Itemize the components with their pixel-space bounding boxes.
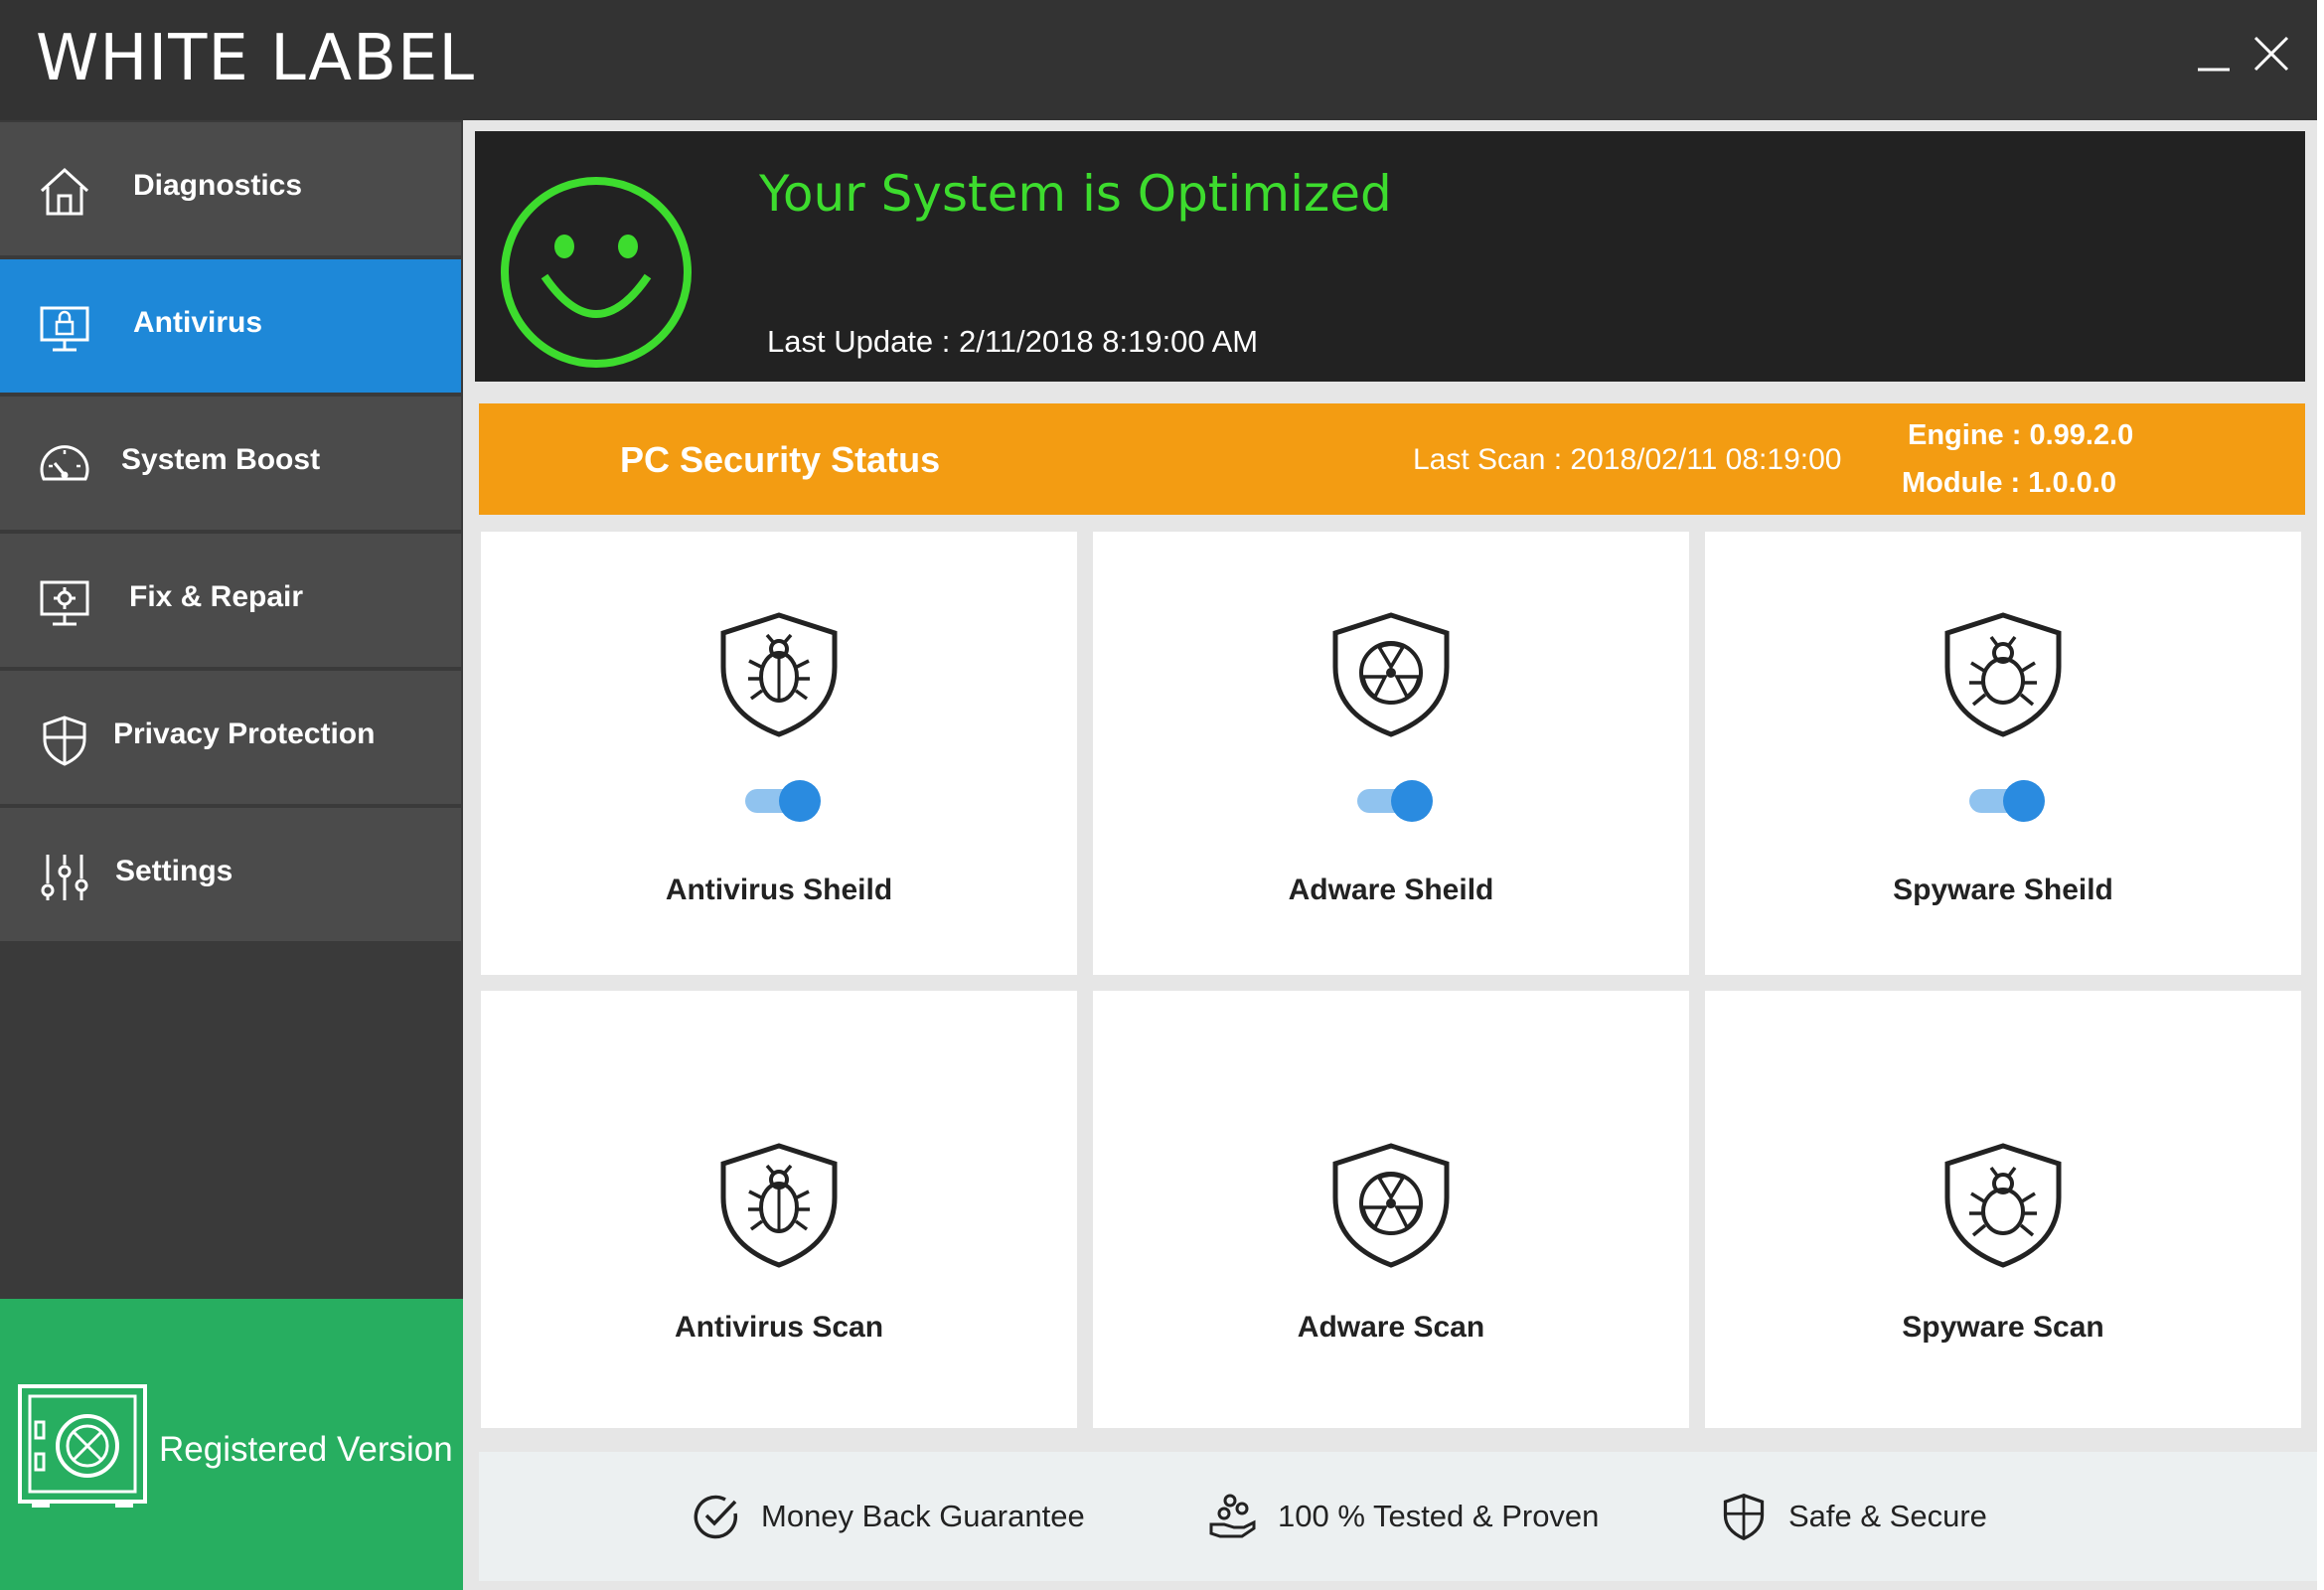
safe-icon: [18, 1384, 147, 1508]
monitor-gear-icon: [40, 580, 89, 626]
sidebar: Diagnostics Antivirus System Boost Fix &…: [0, 120, 463, 1590]
system-status-title: Your System is Optimized: [759, 165, 1392, 223]
minimize-icon: [2198, 68, 2230, 72]
feature-label: 100 % Tested & Proven: [1278, 1499, 1600, 1533]
close-button[interactable]: [2244, 26, 2299, 81]
registered-version-panel: Registered Version: [0, 1299, 463, 1590]
spyware-shield-toggle[interactable]: [1967, 780, 2047, 822]
check-circle-icon: [694, 1495, 738, 1539]
sidebar-item-label: Diagnostics: [133, 169, 303, 202]
module-version-label: Module : 1.0.0.0: [1902, 467, 2116, 499]
sidebar-item-fix-repair[interactable]: Fix & Repair: [0, 534, 461, 667]
smiley-icon: [501, 177, 692, 368]
sidebar-item-label: Privacy Protection: [113, 717, 376, 750]
antivirus-scan-label: Antivirus Scan: [674, 1311, 884, 1344]
spyware-shield-label: Spyware Sheild: [1893, 874, 2113, 906]
system-status-header: Your System is Optimized Last Update : 2…: [475, 131, 2305, 382]
spyware-scan-label: Spyware Scan: [1902, 1311, 2104, 1344]
feature-label: Money Back Guarantee: [761, 1499, 1085, 1533]
spider-shield-icon: [1944, 1143, 2062, 1268]
adware-shield-toggle[interactable]: [1355, 780, 1435, 822]
sidebar-item-label: System Boost: [121, 443, 321, 476]
sidebar-item-antivirus[interactable]: Antivirus: [0, 259, 461, 393]
app-title: WHITE LABEL: [36, 22, 476, 95]
security-status-title: PC Security Status: [620, 439, 941, 480]
pc-security-status-bar: PC Security Status Last Scan : 2018/02/1…: [479, 403, 2305, 515]
app-window: WHITE LABEL Diagnostics Antivirus System…: [0, 0, 2324, 1590]
feature-safe-secure: Safe & Secure: [1719, 1492, 1987, 1541]
minimize-button[interactable]: [2186, 26, 2242, 81]
antivirus-shield-toggle[interactable]: [743, 780, 823, 822]
shield-icon: [43, 716, 86, 766]
main-content: Your System is Optimized Last Update : 2…: [463, 120, 2317, 1590]
feature-label: Safe & Secure: [1788, 1499, 1987, 1533]
radiation-shield-icon: [1332, 1143, 1450, 1268]
sidebar-item-settings[interactable]: Settings: [0, 808, 461, 941]
adware-scan-label: Adware Scan: [1297, 1311, 1485, 1344]
antivirus-shield-card: Antivirus Sheild: [481, 532, 1077, 975]
toggle-knob: [779, 780, 821, 822]
engine-version-label: Engine : 0.99.2.0: [1908, 419, 2134, 451]
adware-shield-card: Adware Sheild: [1093, 532, 1689, 975]
spyware-scan-card[interactable]: Spyware Scan: [1705, 991, 2301, 1428]
speedometer-icon: [40, 445, 89, 481]
bug-shield-icon: [720, 612, 838, 737]
toggle-knob: [1391, 780, 1433, 822]
registered-version-label: Registered Version: [159, 1430, 453, 1469]
feature-money-back: Money Back Guarantee: [692, 1492, 1085, 1541]
sidebar-item-system-boost[interactable]: System Boost: [0, 397, 461, 530]
antivirus-scan-card[interactable]: Antivirus Scan: [481, 991, 1077, 1428]
spider-shield-icon: [1944, 612, 2062, 737]
home-icon: [40, 167, 89, 216]
sidebar-item-label: Antivirus: [133, 306, 263, 339]
title-bar: WHITE LABEL: [0, 0, 2317, 120]
sidebar-item-privacy-protection[interactable]: Privacy Protection: [0, 671, 461, 804]
close-icon: [2253, 36, 2289, 72]
monitor-lock-icon: [40, 306, 89, 352]
sliders-icon: [41, 855, 88, 900]
last-update-label: Last Update : 2/11/2018 8:19:00 AM: [767, 324, 1259, 359]
sidebar-item-label: Settings: [115, 855, 233, 887]
hand-coins-icon: [1209, 1494, 1256, 1538]
last-scan-label: Last Scan : 2018/02/11 08:19:00: [1413, 443, 1842, 476]
shield-icon: [1723, 1493, 1765, 1541]
toggle-knob: [2003, 780, 2045, 822]
adware-shield-label: Adware Sheild: [1288, 874, 1494, 906]
sidebar-item-diagnostics[interactable]: Diagnostics: [0, 122, 461, 255]
features-footer: Money Back Guarantee 100 % Tested & Prov…: [479, 1452, 2317, 1581]
feature-tested-proven: 100 % Tested & Proven: [1208, 1492, 1599, 1541]
adware-scan-card[interactable]: Adware Scan: [1093, 991, 1689, 1428]
spyware-shield-card: Spyware Sheild: [1705, 532, 2301, 975]
radiation-shield-icon: [1332, 612, 1450, 737]
bug-shield-icon: [720, 1143, 838, 1268]
sidebar-item-label: Fix & Repair: [129, 580, 304, 613]
antivirus-shield-label: Antivirus Sheild: [665, 874, 893, 906]
